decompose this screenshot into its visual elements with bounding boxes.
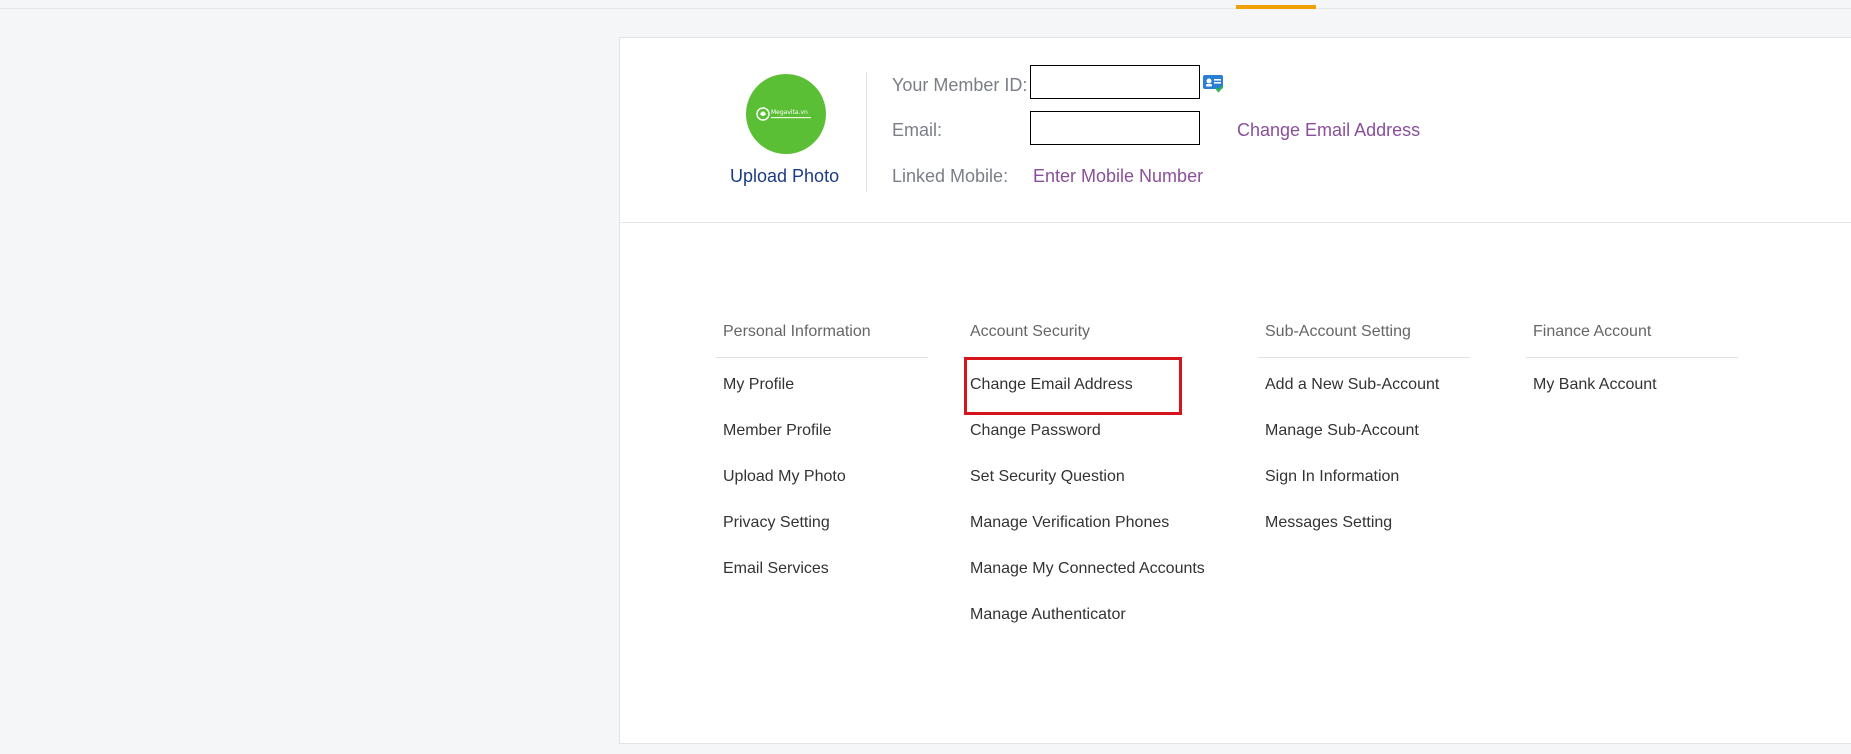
- personal-information-heading: Personal Information: [716, 320, 928, 358]
- change-email-link[interactable]: Change Email Address: [1237, 120, 1420, 141]
- member-id-field: [1030, 65, 1200, 99]
- menu-item-manage-sub-account[interactable]: Manage Sub-Account: [1258, 408, 1470, 454]
- profile-summary: Megavita.vn Upload Photo Your Member ID:…: [620, 38, 1851, 223]
- menu-item-upload-my-photo[interactable]: Upload My Photo: [716, 454, 928, 500]
- account-settings-panel: Megavita.vn Upload Photo Your Member ID:…: [619, 37, 1851, 744]
- upload-photo-link[interactable]: Upload Photo: [730, 166, 839, 187]
- menu-item-manage-authenticator[interactable]: Manage Authenticator: [963, 592, 1175, 638]
- sub-account-setting-column: Sub-Account Setting Add a New Sub-Accoun…: [1258, 320, 1470, 546]
- menu-item-manage-verification-phones[interactable]: Manage Verification Phones: [963, 500, 1175, 546]
- menu-item-change-email-address[interactable]: Change Email Address: [963, 362, 1175, 408]
- menu-item-email-services[interactable]: Email Services: [716, 546, 928, 592]
- divider: [866, 72, 867, 192]
- menu-item-change-password[interactable]: Change Password: [963, 408, 1175, 454]
- top-bar: [0, 0, 1851, 9]
- personal-information-column: Personal Information My Profile Member P…: [716, 320, 928, 592]
- sub-account-setting-heading: Sub-Account Setting: [1258, 320, 1470, 358]
- member-id-label: Your Member ID:: [892, 75, 1028, 95]
- megavita-logo-icon: Megavita.vn: [756, 107, 811, 121]
- menu-item-manage-connected-accounts[interactable]: Manage My Connected Accounts: [963, 546, 1205, 592]
- linked-mobile-label: Linked Mobile:: [892, 166, 1009, 186]
- account-security-column: Account Security Change Email Address Ch…: [963, 320, 1205, 638]
- menu-item-add-sub-account[interactable]: Add a New Sub-Account: [1258, 362, 1470, 408]
- svg-text:Megavita.vn: Megavita.vn: [771, 109, 808, 116]
- email-label: Email:: [892, 120, 943, 140]
- menu-item-messages-setting[interactable]: Messages Setting: [1258, 500, 1470, 546]
- avatar[interactable]: Megavita.vn: [746, 74, 826, 154]
- menu-item-privacy-setting[interactable]: Privacy Setting: [716, 500, 928, 546]
- id-card-icon[interactable]: [1202, 73, 1224, 93]
- account-security-heading: Account Security: [963, 320, 1175, 358]
- menu-item-sign-in-information[interactable]: Sign In Information: [1258, 454, 1470, 500]
- finance-account-column: Finance Account My Bank Account: [1526, 320, 1738, 408]
- active-tab-indicator: [1236, 5, 1316, 9]
- email-field: [1030, 111, 1200, 145]
- menu-item-my-bank-account[interactable]: My Bank Account: [1526, 362, 1738, 408]
- menu-item-member-profile[interactable]: Member Profile: [716, 408, 928, 454]
- enter-mobile-number-link[interactable]: Enter Mobile Number: [1033, 166, 1203, 187]
- menu-item-my-profile[interactable]: My Profile: [716, 362, 928, 408]
- menu-item-set-security-question[interactable]: Set Security Question: [963, 454, 1175, 500]
- finance-account-heading: Finance Account: [1526, 320, 1738, 358]
